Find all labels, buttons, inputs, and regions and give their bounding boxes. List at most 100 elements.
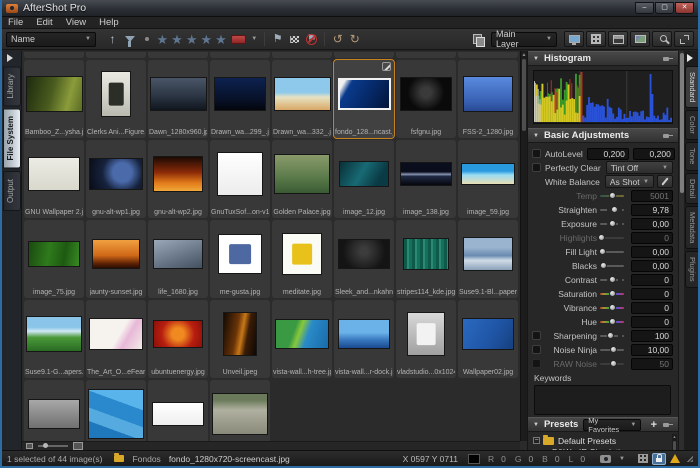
- sidebar-tab-output[interactable]: Output: [3, 171, 21, 211]
- slider-thumb[interactable]: [609, 304, 616, 311]
- slider-thumb[interactable]: [609, 290, 616, 297]
- thumb-cell[interactable]: Suse9.1-Bl...papers.jpg: [458, 220, 518, 298]
- thumb-cell-cut[interactable]: [396, 52, 456, 58]
- thumb-cell-cut[interactable]: [210, 52, 270, 58]
- panel-tab-plugins[interactable]: Plugins: [685, 251, 698, 288]
- slideshow-button[interactable]: [564, 31, 584, 47]
- collapse-left-panel-arrow-icon[interactable]: [7, 54, 13, 62]
- thumb-cell-cut[interactable]: [148, 52, 208, 58]
- value-box[interactable]: 100: [631, 330, 673, 342]
- collapse-triangle-icon[interactable]: ▼: [533, 56, 539, 62]
- value-box[interactable]: 0,00: [631, 260, 673, 272]
- raw-noise-slider[interactable]: [600, 359, 624, 368]
- value-box[interactable]: 50: [631, 358, 673, 370]
- thumb-cell[interactable]: me-gusta.jpg: [210, 220, 270, 298]
- thumb-cell[interactable]: Drawn_wa...332_.jpg: [272, 60, 332, 138]
- thumb-cell[interactable]: GnuTuxSof...on-v1.jpg: [210, 140, 270, 218]
- thumb-cell[interactable]: Drawn_wa...299_.jpg: [210, 60, 270, 138]
- star-rating-1[interactable]: ★: [155, 33, 170, 46]
- checkbox[interactable]: [532, 163, 541, 172]
- thumb-cell[interactable]: FSS-2_1280.jpg: [458, 60, 518, 138]
- thumb-cell[interactable]: [210, 380, 270, 441]
- panel-tab-detail[interactable]: Detail: [685, 173, 698, 204]
- slider-thumb[interactable]: [609, 192, 616, 199]
- collapse-right-panel-arrow-icon[interactable]: [687, 54, 693, 62]
- thumb-cell[interactable]: GNU Wallpaper 2.jpg: [24, 140, 84, 218]
- thumb-cell[interactable]: image_138.jpg: [396, 140, 456, 218]
- thumb-cell[interactable]: vista-wall...h-tree.jpg: [272, 300, 332, 378]
- grid-scrollbar[interactable]: ▲: [520, 51, 527, 441]
- thumb-cell[interactable]: fsfgnu.jpg: [396, 60, 456, 138]
- sidebar-tab-file-system[interactable]: File System: [3, 108, 21, 168]
- presets-favorites-dropdown[interactable]: My Favorites ▼: [583, 419, 641, 431]
- thumbnail-view-button[interactable]: [586, 31, 606, 47]
- thumb-cell[interactable]: Unveil.jpeg: [210, 300, 270, 378]
- pin-icon[interactable]: [663, 422, 673, 428]
- presets-header[interactable]: ▼ Presets My Favorites ▼ +: [528, 417, 678, 432]
- value-box[interactable]: 5001: [631, 190, 673, 202]
- highlights-slider[interactable]: [600, 233, 624, 242]
- rotate-left-button[interactable]: ↺: [329, 31, 346, 47]
- basic-adjustments-header[interactable]: ▼ Basic Adjustments: [528, 128, 678, 143]
- preview-button[interactable]: [630, 31, 650, 47]
- menu-file[interactable]: File: [8, 17, 23, 28]
- thumb-cell[interactable]: Sleek_and...nkahn.jpg: [334, 220, 394, 298]
- value-box[interactable]: 0: [631, 288, 673, 300]
- lock-button[interactable]: [652, 453, 666, 465]
- color-label-dropdown[interactable]: ▼: [248, 36, 260, 42]
- scroll-up-arrow-icon[interactable]: ▲: [672, 434, 677, 440]
- value-box[interactable]: 0: [631, 274, 673, 286]
- small-thumbnails-icon[interactable]: [26, 443, 33, 449]
- resize-grip[interactable]: [686, 455, 693, 462]
- slider-thumb[interactable]: [600, 262, 607, 269]
- maximize-button[interactable]: ▢: [655, 2, 674, 14]
- star-rating-3[interactable]: ★: [184, 33, 199, 46]
- grid-scrollbar-thumb[interactable]: [522, 59, 526, 131]
- slider-thumb[interactable]: [609, 220, 616, 227]
- thumb-cell[interactable]: Golden Palace.jpg: [272, 140, 332, 218]
- pin-icon[interactable]: [663, 56, 673, 62]
- saturation-slider[interactable]: [600, 289, 624, 298]
- collapse-triangle-icon[interactable]: ▼: [533, 422, 539, 428]
- thumb-cell[interactable]: gnu-alt-wp2.jpg: [148, 140, 208, 218]
- thumb-cell[interactable]: jaunty-sunset.jpg: [86, 220, 146, 298]
- close-button[interactable]: ✕: [675, 2, 694, 14]
- noise-ninja-slider[interactable]: [600, 345, 624, 354]
- thumb-cell[interactable]: ubuntuenergy.jpg: [148, 300, 208, 378]
- camera-info-button[interactable]: ▼: [600, 455, 628, 463]
- panel-tab-metadata[interactable]: Metadata: [685, 206, 698, 249]
- pin-icon[interactable]: [663, 133, 673, 139]
- sharpening-slider[interactable]: [600, 331, 624, 340]
- thumb-cell[interactable]: The_Art_O...eFear.jpg: [86, 300, 146, 378]
- tint-dropdown[interactable]: Tint Off▼: [606, 161, 673, 174]
- thumb-cell[interactable]: [24, 380, 84, 441]
- thumb-cell[interactable]: Wallpaper02.jpg: [458, 300, 518, 378]
- thumb-cell[interactable]: Suse9.1-G...apers.jpg: [24, 300, 84, 378]
- rotate-right-button[interactable]: ↻: [346, 31, 363, 47]
- minimize-button[interactable]: –: [635, 2, 654, 14]
- hue-slider[interactable]: [600, 317, 624, 326]
- panel-tab-tone[interactable]: Tone: [685, 142, 698, 170]
- slider-thumb[interactable]: [599, 248, 606, 255]
- add-preset-button[interactable]: +: [649, 419, 663, 431]
- thumb-cell-cut[interactable]: [86, 52, 146, 58]
- thumb-cell[interactable]: vista-wall...r-dock.jpg: [334, 300, 394, 378]
- fullscreen-button[interactable]: [674, 31, 694, 47]
- menu-edit[interactable]: Edit: [36, 17, 52, 28]
- checkbox[interactable]: [532, 345, 541, 354]
- multi-view-button[interactable]: [608, 31, 628, 47]
- slider-thumb[interactable]: [598, 234, 605, 241]
- thumb-cell[interactable]: Clerks Ani...Figure.jpg: [86, 60, 146, 138]
- value-box[interactable]: 0,00: [631, 246, 673, 258]
- flag-finished-button[interactable]: [286, 31, 303, 47]
- large-thumbnails-icon[interactable]: [73, 442, 83, 450]
- thumb-cell[interactable]: stripes114_kde.jpg: [396, 220, 456, 298]
- sort-by-dropdown[interactable]: Name ▼: [6, 32, 96, 47]
- preset-item-default-presets[interactable]: −Default Presets: [533, 435, 670, 446]
- thumb-cell[interactable]: meditate.jpg: [272, 220, 332, 298]
- value-box[interactable]: 0,200: [633, 148, 675, 160]
- no-rating-button[interactable]: [138, 31, 155, 47]
- checkbox[interactable]: [532, 359, 541, 368]
- thumb-cell[interactable]: life_1680.jpg: [148, 220, 208, 298]
- thumb-cell[interactable]: vladstudio...0x1024.jpg: [396, 300, 456, 378]
